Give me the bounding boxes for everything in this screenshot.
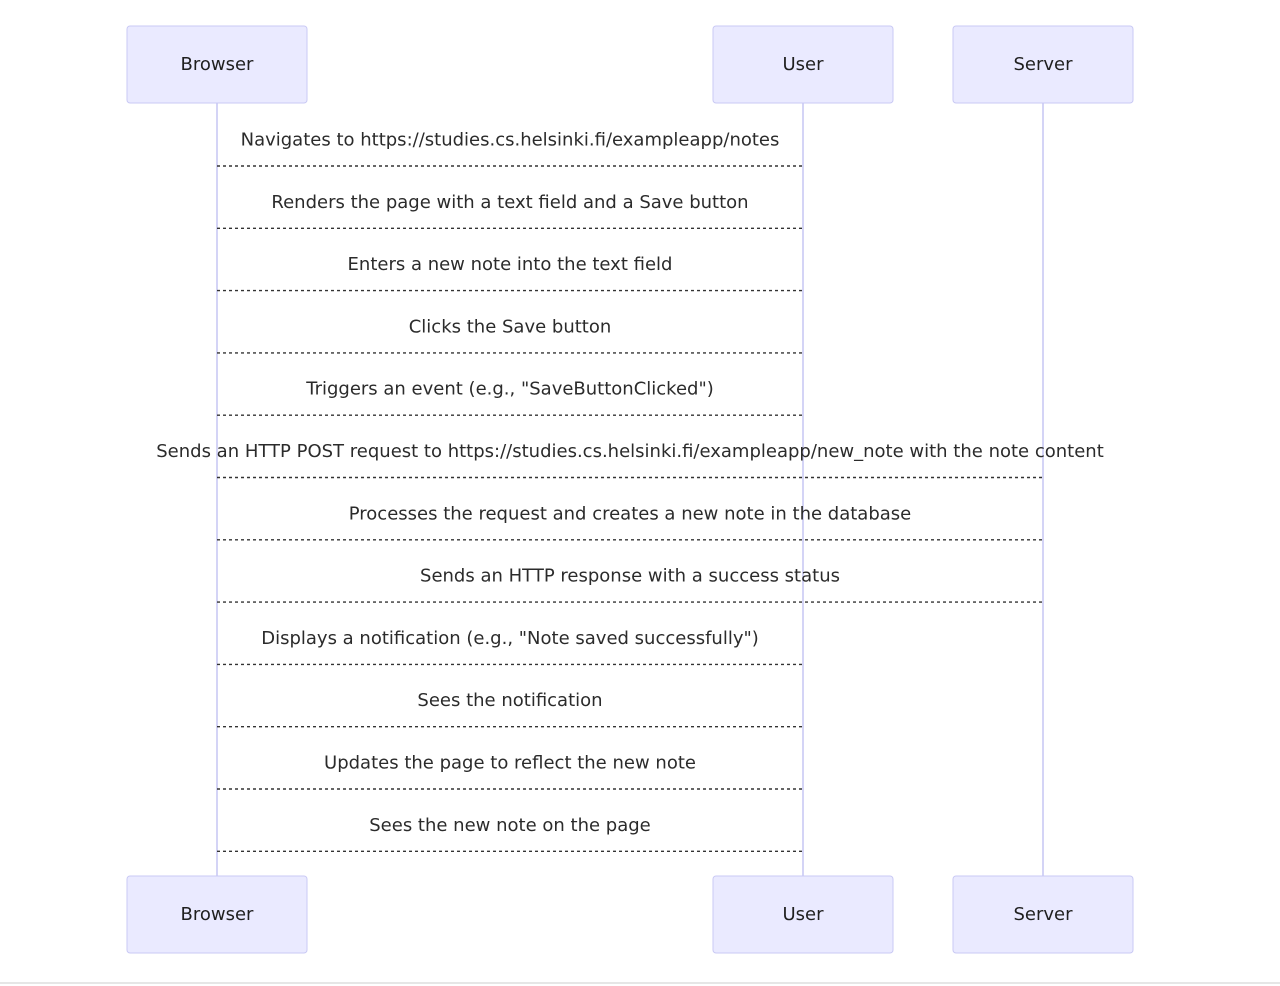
message-label: Displays a notification (e.g., "Note sav… xyxy=(261,628,759,649)
message: Clicks the Save button xyxy=(217,316,803,354)
message-label: Sees the new note on the page xyxy=(369,815,651,836)
message: Renders the page with a text field and a… xyxy=(217,192,803,230)
message-label: Renders the page with a text field and a… xyxy=(271,192,748,213)
message: Updates the page to reflect the new note xyxy=(217,753,803,790)
message: Triggers an event (e.g., "SaveButtonClic… xyxy=(217,379,803,416)
message-label: Sees the notification xyxy=(417,690,602,711)
actor-user-bottom: User xyxy=(712,875,894,954)
message: Displays a notification (e.g., "Note sav… xyxy=(217,628,803,666)
message: Navigates to https://studies.cs.helsinki… xyxy=(217,130,803,167)
sequence-diagram: Navigates to https://studies.cs.helsinki… xyxy=(126,25,1134,954)
actor-user-top: User xyxy=(712,25,894,104)
message-label: Sends an HTTP response with a success st… xyxy=(420,566,840,587)
actor-label: User xyxy=(782,54,824,75)
actor-label: Server xyxy=(1013,904,1073,925)
message: Enters a new note into the text field xyxy=(217,254,803,292)
message-label: Enters a new note into the text field xyxy=(348,254,673,275)
actor-label: Browser xyxy=(181,54,255,75)
actor-server-top: Server xyxy=(952,25,1134,104)
actor-label: Server xyxy=(1013,54,1073,75)
message-label: Clicks the Save button xyxy=(409,316,612,337)
message: Sends an HTTP POST request to https://st… xyxy=(156,441,1104,479)
actor-browser-top: Browser xyxy=(126,25,308,104)
message: Sees the new note on the page xyxy=(217,815,803,852)
messages: Navigates to https://studies.cs.helsinki… xyxy=(156,130,1104,852)
message-label: Navigates to https://studies.cs.helsinki… xyxy=(241,130,780,151)
message-label: Updates the page to reflect the new note xyxy=(324,753,696,774)
bottom-divider xyxy=(0,982,1280,984)
message-label: Triggers an event (e.g., "SaveButtonClic… xyxy=(305,379,714,400)
actor-server-bottom: Server xyxy=(952,875,1134,954)
message: Sends an HTTP response with a success st… xyxy=(217,566,1043,603)
message: Sees the notification xyxy=(217,690,803,728)
message: Processes the request and creates a new … xyxy=(217,503,1043,541)
actor-label: User xyxy=(782,904,824,925)
message-label: Processes the request and creates a new … xyxy=(349,503,911,524)
actor-browser-bottom: Browser xyxy=(126,875,308,954)
actor-label: Browser xyxy=(181,904,255,925)
message-label: Sends an HTTP POST request to https://st… xyxy=(156,441,1104,462)
